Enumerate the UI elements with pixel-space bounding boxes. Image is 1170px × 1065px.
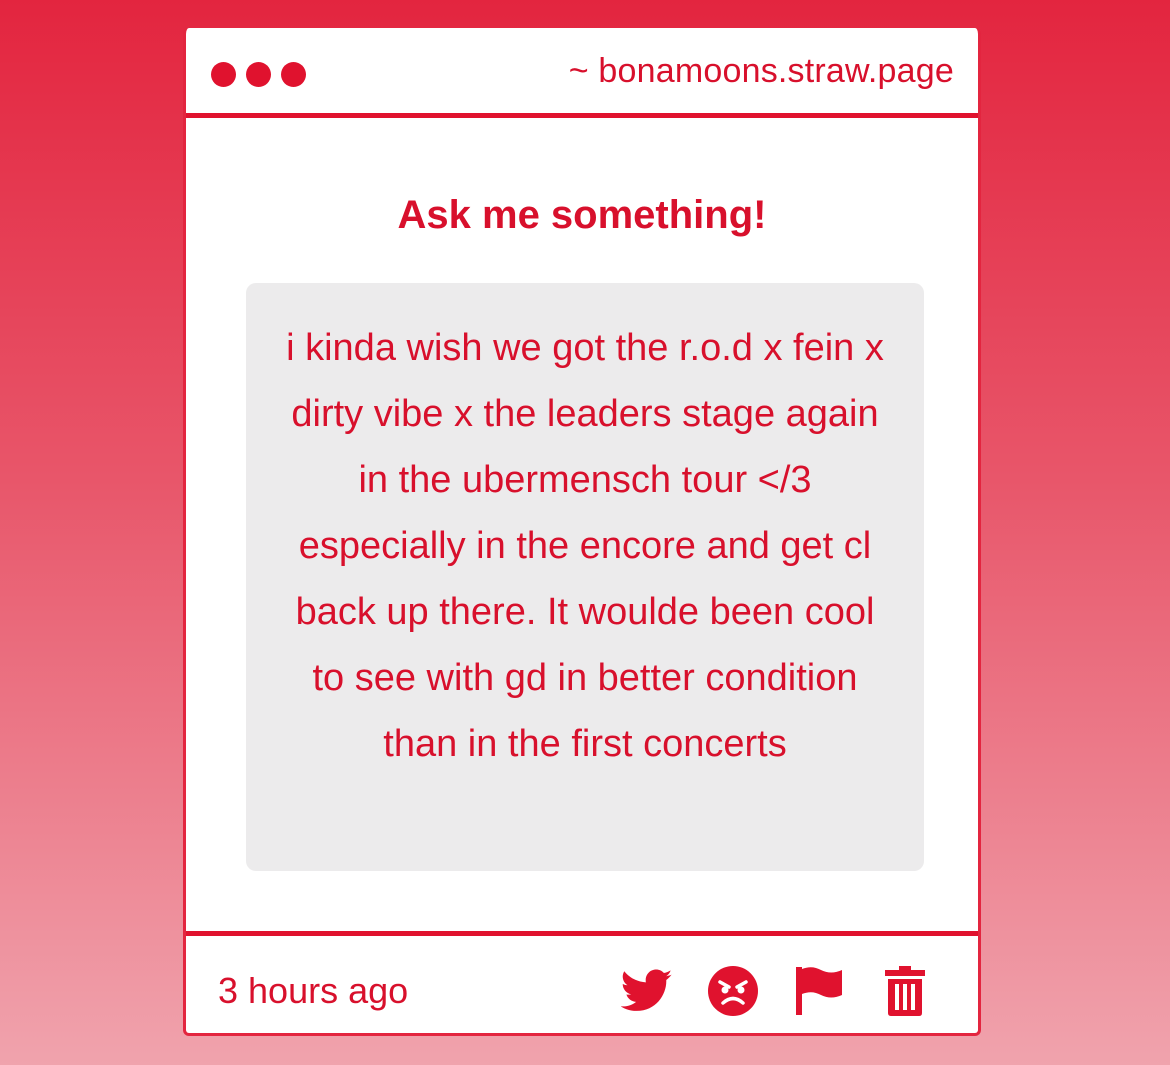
question-card: ~ bonamoons.straw.page Ask me something!… [183,28,981,1036]
delete-button[interactable] [878,964,932,1018]
page-url[interactable]: ~ bonamoons.straw.page [569,52,954,91]
react-angry-button[interactable] [706,964,760,1018]
report-button[interactable] [792,964,846,1018]
question-box: i kinda wish we got the r.o.d x fein x d… [246,283,924,871]
twitter-icon [621,969,673,1011]
angry-face-icon [708,966,758,1016]
window-dot-icon [211,62,236,87]
trash-icon [885,966,925,1016]
flag-icon [796,967,842,1015]
timestamp: 3 hours ago [218,970,409,1011]
window-dot-icon [281,62,306,87]
share-twitter-button[interactable] [620,964,674,1018]
window-controls [211,62,306,87]
window-dot-icon [246,62,271,87]
page-title: Ask me something! [397,193,767,237]
action-bar [588,964,932,1018]
card-footer: 3 hours ago [186,931,978,1033]
window-titlebar: ~ bonamoons.straw.page [186,28,978,118]
question-text: i kinda wish we got the r.o.d x fein x d… [286,327,884,765]
